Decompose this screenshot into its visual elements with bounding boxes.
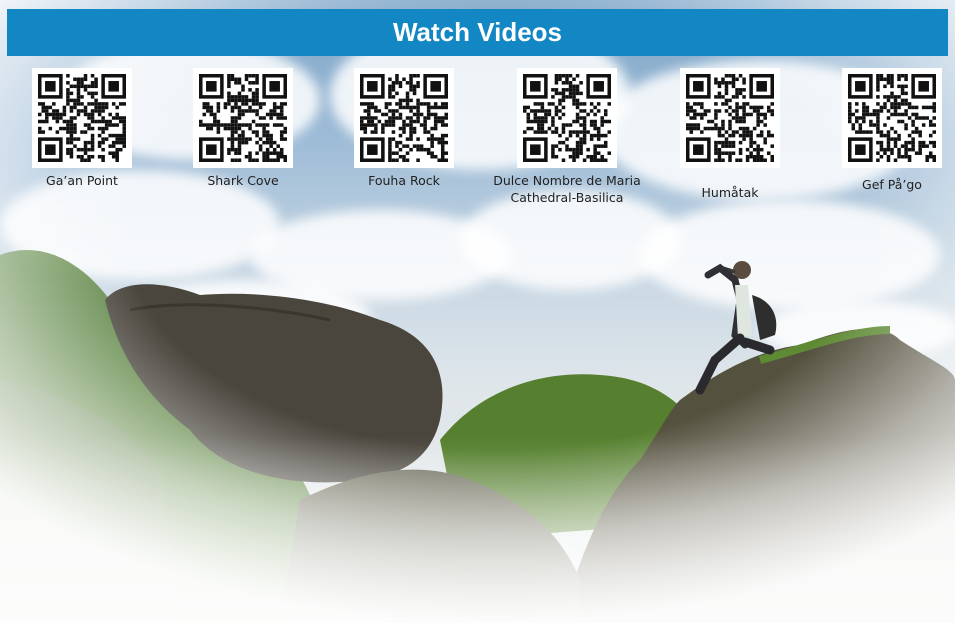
video-label: Fouha Rock — [368, 173, 440, 188]
video-item-humatak[interactable]: Humåtak — [650, 68, 810, 201]
qr-code-icon[interactable] — [517, 68, 617, 168]
video-item-fouha-rock[interactable]: Fouha Rock — [324, 68, 484, 189]
video-label: Humåtak — [701, 185, 759, 200]
video-item-dulce-nombre-de-maria[interactable]: Dulce Nombre de Maria Cathedral-Basilica — [487, 68, 647, 206]
video-label: Dulce Nombre de Maria Cathedral-Basilica — [493, 173, 641, 205]
banner-title: Watch Videos — [7, 9, 948, 56]
qr-code-icon[interactable] — [193, 68, 293, 168]
video-item-gef-pago[interactable]: Gef På’go — [812, 68, 955, 193]
video-label: Shark Cove — [207, 173, 279, 188]
qr-code-icon[interactable] — [354, 68, 454, 168]
qr-code-icon[interactable] — [842, 68, 942, 168]
video-qr-list: Ga’an Point Shark Cove Fouha Rock Dulce … — [0, 68, 955, 218]
qr-code-icon[interactable] — [32, 68, 132, 168]
video-item-shark-cove[interactable]: Shark Cove — [163, 68, 323, 189]
qr-code-icon[interactable] — [680, 68, 780, 168]
video-item-gaan-point[interactable]: Ga’an Point — [2, 68, 162, 189]
video-label: Gef På’go — [862, 177, 922, 192]
video-label: Ga’an Point — [46, 173, 118, 188]
